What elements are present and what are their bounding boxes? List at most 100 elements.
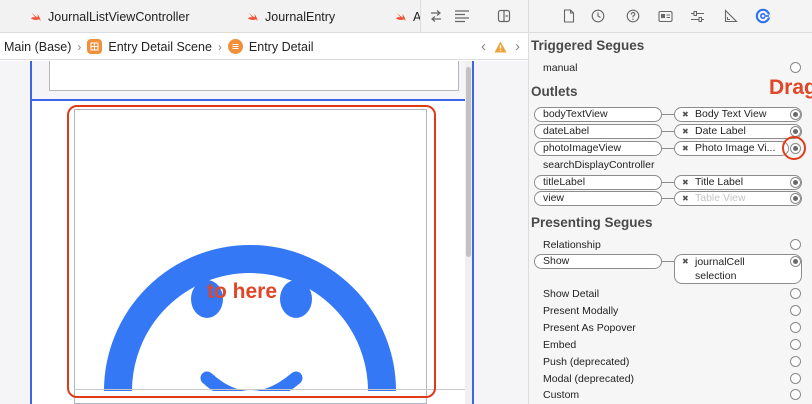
- outlet-target-label: Body Text View: [695, 108, 767, 120]
- outlet-target[interactable]: ✖ Title Label: [674, 175, 802, 190]
- text-align-icon[interactable]: [451, 5, 473, 27]
- segue-row-label: Present Modally: [543, 305, 619, 317]
- tab-truncated[interactable]: A: [395, 0, 420, 33]
- connection-circle[interactable]: [790, 256, 801, 267]
- connection-circle[interactable]: [790, 177, 801, 188]
- outlet-target[interactable]: ✖ Photo Image Vi...: [674, 141, 789, 156]
- attributes-inspector-icon[interactable]: [687, 6, 707, 26]
- connection-line: [662, 198, 674, 199]
- to-here-annotation: to here: [207, 280, 278, 303]
- tab-journal-entry[interactable]: JournalEntry: [247, 0, 387, 33]
- connections-inspector: Triggered Segues manual Drag Outlets bod…: [528, 33, 812, 404]
- section-title-presenting-segues: Presenting Segues: [531, 215, 653, 230]
- connection-circle[interactable]: [790, 288, 801, 299]
- outlet-target[interactable]: ✖ Body Text View: [674, 107, 802, 122]
- segue-row-label: Modal (deprecated): [543, 373, 635, 385]
- connection-circle[interactable]: [790, 356, 801, 367]
- segue-row-label: Show: [534, 254, 662, 269]
- chevron-right-icon: ›: [77, 39, 82, 54]
- outlet-name: view: [534, 191, 662, 206]
- swift-file-icon: [395, 12, 406, 21]
- history-inspector-icon[interactable]: [588, 6, 608, 26]
- tab-label: A: [413, 9, 420, 24]
- connection-circle[interactable]: [790, 193, 801, 204]
- editor-tab-bar: JournalListViewController JournalEntry A: [0, 0, 420, 33]
- help-inspector-icon[interactable]: [623, 6, 643, 26]
- outlet-target-label: Title Label: [695, 176, 744, 188]
- drag-annotation: Drag: [769, 76, 812, 99]
- connection-line: [662, 261, 674, 262]
- segue-row-label: Embed: [543, 339, 577, 351]
- remove-connection-icon[interactable]: ✖: [682, 108, 689, 121]
- tab-label: JournalEntry: [265, 9, 336, 24]
- remove-connection-icon[interactable]: ✖: [682, 255, 689, 269]
- chevron-left-icon[interactable]: ‹: [481, 38, 486, 55]
- outlet-target[interactable]: ✖ Table View: [674, 191, 802, 206]
- drop-target-highlight: [67, 105, 436, 398]
- view-controller-icon: [227, 39, 243, 54]
- swift-file-icon: [247, 12, 258, 21]
- segue-row-label: manual: [543, 62, 578, 74]
- outlet-name: bodyTextView: [534, 107, 662, 122]
- split-editor-icon[interactable]: [493, 5, 515, 27]
- connection-circle[interactable]: [790, 239, 801, 250]
- outlet-name: searchDisplayController: [543, 159, 655, 171]
- connection-circle[interactable]: [790, 62, 801, 73]
- breadcrumb-item-controller[interactable]: Entry Detail: [249, 40, 314, 54]
- outlet-name: dateLabel: [534, 124, 662, 139]
- breadcrumb: Main (Base) › Entry Detail Scene › Entry…: [4, 33, 314, 60]
- segue-row-label: Relationship: [543, 239, 601, 251]
- chevron-right-icon[interactable]: ›: [515, 38, 520, 55]
- outlet-target-label: Table View: [695, 192, 746, 204]
- segue-target-label: selection: [695, 270, 737, 282]
- connection-circle[interactable]: [790, 322, 801, 333]
- segue-target[interactable]: ✖ journalCell selection: [674, 254, 802, 284]
- outlet-target[interactable]: ✖ Date Label: [674, 124, 802, 139]
- segue-row-label: Custom: [543, 389, 580, 401]
- tab-journal-list-view-controller[interactable]: JournalListViewController: [30, 0, 230, 33]
- connection-circle[interactable]: [790, 305, 801, 316]
- breadcrumb-item-scene[interactable]: Entry Detail Scene: [108, 40, 212, 54]
- previous-cell[interactable]: [49, 61, 459, 91]
- scene-icon: [87, 39, 103, 54]
- storyboard-canvas[interactable]: to here: [0, 61, 528, 404]
- connection-line: [662, 148, 674, 149]
- scroll-thumb[interactable]: [466, 67, 471, 257]
- remove-connection-icon[interactable]: ✖: [682, 176, 689, 189]
- connection-circle[interactable]: [790, 373, 801, 384]
- breadcrumb-item-storyboard[interactable]: Main (Base): [4, 40, 71, 54]
- remove-connection-icon[interactable]: ✖: [682, 125, 689, 138]
- segue-row-label: Present As Popover: [543, 322, 636, 334]
- connection-line: [662, 182, 674, 183]
- warning-icon[interactable]: [494, 41, 507, 53]
- chevron-right-icon: ›: [217, 39, 222, 54]
- segue-row-label: Show Detail: [543, 288, 600, 300]
- remove-connection-icon[interactable]: ✖: [682, 142, 689, 155]
- section-title-outlets: Outlets: [531, 84, 578, 99]
- connection-line: [662, 114, 674, 115]
- connection-circle[interactable]: [790, 339, 801, 350]
- inspector-selector-bar: [528, 0, 812, 33]
- selection-guide-right: [472, 61, 474, 404]
- connections-inspector-icon[interactable]: [753, 6, 773, 26]
- section-title-triggered-segues: Triggered Segues: [531, 38, 645, 53]
- connection-line: [662, 131, 674, 132]
- tab-label: JournalListViewController: [48, 9, 190, 24]
- size-inspector-icon[interactable]: [721, 6, 741, 26]
- identity-inspector-icon[interactable]: [655, 6, 675, 26]
- file-inspector-icon[interactable]: [559, 6, 579, 26]
- issue-navigation: ‹ ›: [481, 33, 520, 60]
- swap-arrows-icon[interactable]: [425, 5, 447, 27]
- drag-source-highlight: [782, 136, 806, 160]
- remove-connection-icon[interactable]: ✖: [682, 192, 689, 205]
- outlet-target-label: Date Label: [695, 125, 746, 137]
- jump-bar: Main (Base) › Entry Detail Scene › Entry…: [0, 33, 528, 60]
- connection-circle[interactable]: [790, 109, 801, 120]
- connection-circle[interactable]: [790, 389, 801, 400]
- outlet-target-label: Photo Image Vi...: [695, 142, 776, 154]
- swift-file-icon: [30, 12, 41, 21]
- outlet-name: photoImageView: [534, 141, 662, 156]
- editor-toolbar: [420, 0, 528, 33]
- segue-row-label: Push (deprecated): [543, 356, 630, 368]
- outlet-name: titleLabel: [534, 175, 662, 190]
